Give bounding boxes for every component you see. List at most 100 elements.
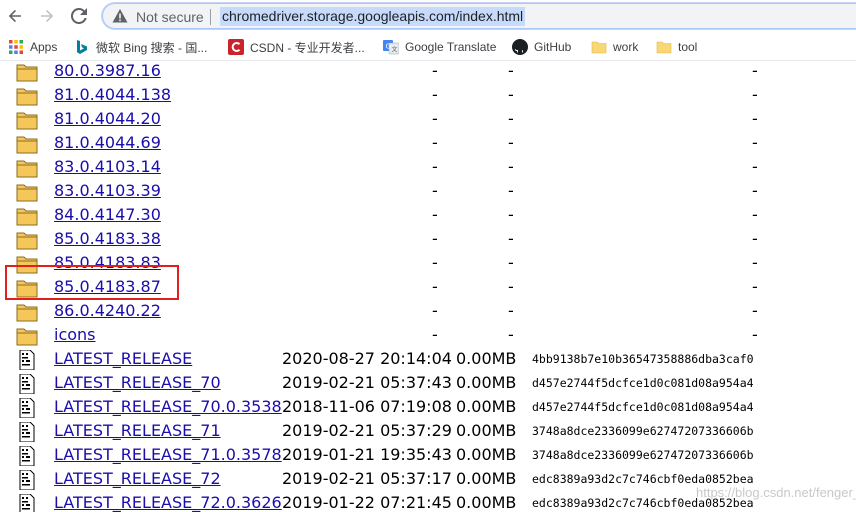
security-status[interactable]: Not secure (136, 9, 204, 25)
folder-link[interactable]: 81.0.4044.138 (54, 85, 171, 104)
bookmark-bing[interactable]: 微软 Bing 搜索 - 国... (74, 39, 207, 55)
file-link[interactable]: LATEST_RELEASE_70 (54, 373, 221, 392)
size-cell: - (508, 109, 514, 128)
date-cell: - (432, 301, 438, 320)
hash-cell: - (752, 109, 758, 128)
file-link[interactable]: LATEST_RELEASE_71 (54, 421, 221, 440)
hash-cell: - (752, 229, 758, 248)
size-cell: - (508, 205, 514, 224)
folder-link[interactable]: 80.0.3987.16 (54, 61, 161, 80)
file-link[interactable]: LATEST_RELEASE_70.0.3538 (54, 397, 282, 416)
address-bar[interactable]: Not secure chromedriver.storage.googleap… (101, 2, 856, 30)
date-cell: - (432, 325, 438, 344)
folder-icon (591, 41, 607, 54)
folder-icon (16, 160, 38, 178)
binary-file-icon (19, 422, 35, 442)
bookmark-label: Google Translate (405, 40, 497, 54)
hash-cell: 3748a8dce2336099e62747207336606b (532, 448, 754, 462)
size-cell: - (508, 325, 514, 344)
folder-link[interactable]: 86.0.4240.22 (54, 301, 161, 320)
size-cell: 0.00MB (456, 445, 517, 464)
size-cell: 0.00MB (456, 493, 517, 512)
bookmark-csdn[interactable]: CSDN - 专业开发者... (228, 39, 365, 55)
folder-link[interactable]: 85.0.4183.38 (54, 229, 161, 248)
file-link[interactable]: LATEST_RELEASE_72.0.3626 (54, 493, 282, 512)
date-cell: 2018-11-06 07:19:08 (282, 397, 452, 416)
hash-cell: d457e2744f5dcfce1d0c081d08a954a4 (532, 400, 754, 414)
hash-cell: 4bb9138b7e10b36547358886dba3caf0 (532, 352, 754, 366)
date-cell: 2019-01-21 19:35:43 (282, 445, 452, 464)
google-translate-icon: G文 (383, 40, 399, 55)
url-text[interactable]: chromedriver.storage.googleapis.com/inde… (220, 7, 526, 26)
hash-cell: edc8389a93d2c7c746cbf0eda0852bea (532, 472, 754, 486)
folder-row: 83.0.4103.14 - - - (0, 155, 856, 179)
size-cell: - (508, 229, 514, 248)
hash-cell: d457e2744f5dcfce1d0c081d08a954a4 (532, 376, 754, 390)
warning-icon[interactable] (112, 8, 128, 24)
csdn-icon (228, 39, 244, 55)
bookmark-github[interactable]: GitHub (512, 39, 571, 55)
bookmark-label: Apps (30, 40, 58, 54)
bookmark-label: work (613, 40, 639, 54)
size-cell: - (508, 277, 514, 296)
size-cell: - (508, 301, 514, 320)
size-cell: 0.00MB (456, 469, 517, 488)
file-row: LATEST_RELEASE_71 2019-02-21 05:37:29 0.… (0, 419, 856, 443)
bookmark-label: GitHub (534, 40, 572, 54)
folder-icon (656, 41, 672, 54)
hash-cell: - (752, 85, 758, 104)
bookmarks-bar: Apps 微软 Bing 搜索 - 国... CSDN - 专业开发者... G… (0, 33, 856, 61)
file-link[interactable]: LATEST_RELEASE (54, 349, 192, 368)
watermark: https://blog.csdn.net/fenger_c (696, 485, 856, 500)
folder-row: 83.0.4103.39 - - - (0, 179, 856, 203)
folder-link[interactable]: icons (54, 325, 96, 344)
arrow-left-icon (8, 9, 21, 23)
bing-icon (77, 40, 87, 54)
bookmark-label: CSDN - 专业开发者... (250, 40, 365, 55)
hash-cell: - (752, 133, 758, 152)
file-row: LATEST_RELEASE_70.0.3538 2018-11-06 07:1… (0, 395, 856, 419)
size-cell: 0.00MB (456, 373, 517, 392)
hash-cell: - (752, 205, 758, 224)
date-cell: - (432, 157, 438, 176)
divider (210, 9, 211, 25)
bookmark-apps[interactable]: Apps (8, 39, 57, 55)
file-row: LATEST_RELEASE_71.0.3578 2019-01-21 19:3… (0, 443, 856, 467)
file-link[interactable]: LATEST_RELEASE_71.0.3578 (54, 445, 282, 464)
folder-icon (16, 88, 38, 106)
back-button[interactable] (4, 5, 26, 27)
folder-link[interactable]: 83.0.4103.14 (54, 157, 161, 176)
reload-button[interactable] (68, 5, 90, 27)
folder-icon (16, 112, 38, 130)
binary-file-icon (19, 446, 35, 466)
file-row: LATEST_RELEASE 2020-08-27 20:14:04 0.00M… (0, 347, 856, 371)
bookmark-folder-tool[interactable]: tool (656, 39, 697, 55)
folder-row: 80.0.3987.16 - - - (0, 61, 856, 83)
folder-icon (16, 208, 38, 226)
size-cell: - (508, 253, 514, 272)
folder-link[interactable]: 83.0.4103.39 (54, 181, 161, 200)
hash-cell: - (752, 253, 758, 272)
date-cell: - (432, 61, 438, 80)
size-cell: 0.00MB (456, 349, 517, 368)
folder-link[interactable]: 81.0.4044.20 (54, 109, 161, 128)
folder-icon (16, 304, 38, 322)
binary-file-icon (19, 398, 35, 418)
svg-text:文: 文 (392, 46, 398, 54)
hash-cell: - (752, 61, 758, 80)
folder-row: 86.0.4240.22 - - - (0, 299, 856, 323)
folder-row: 85.0.4183.38 - - - (0, 227, 856, 251)
date-cell: 2020-08-27 20:14:04 (282, 349, 452, 368)
bookmark-google-translate[interactable]: G文 Google Translate (383, 39, 496, 55)
file-link[interactable]: LATEST_RELEASE_72 (54, 469, 221, 488)
folder-row: icons - - - (0, 323, 856, 347)
hash-cell: - (752, 157, 758, 176)
hash-cell: 3748a8dce2336099e62747207336606b (532, 424, 754, 438)
folder-link[interactable]: 81.0.4044.69 (54, 133, 161, 152)
svg-text:G: G (386, 43, 391, 51)
bookmark-folder-work[interactable]: work (591, 39, 638, 55)
folder-link[interactable]: 84.0.4147.30 (54, 205, 161, 224)
folder-row: 81.0.4044.20 - - - (0, 107, 856, 131)
date-cell: 2019-02-21 05:37:29 (282, 421, 452, 440)
forward-button[interactable] (36, 5, 58, 27)
